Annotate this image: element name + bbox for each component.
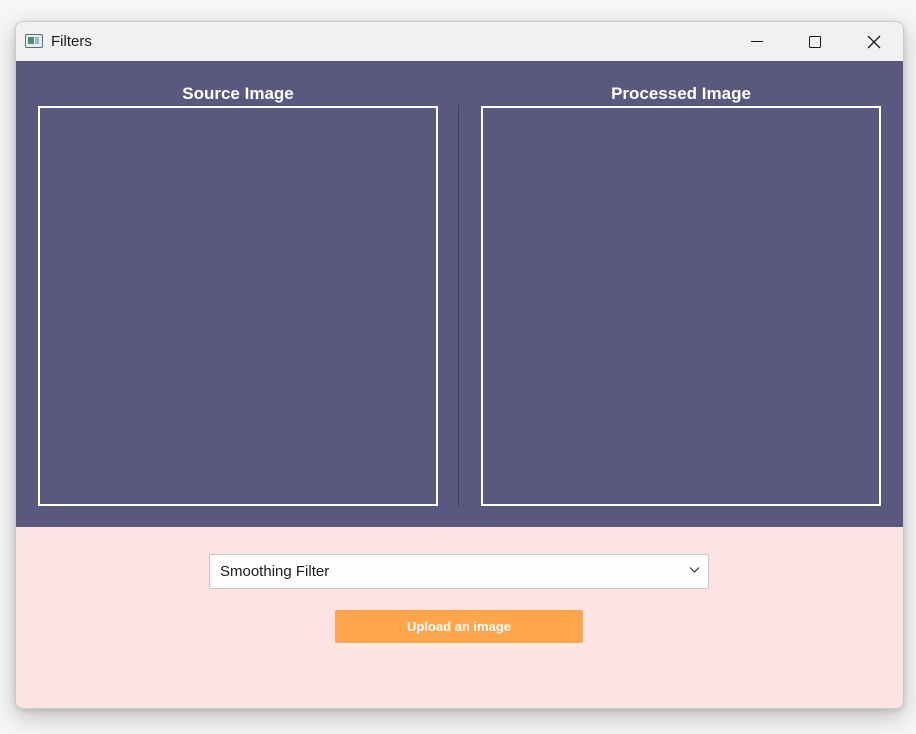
- title-bar[interactable]: Filters: [16, 22, 903, 61]
- filter-select[interactable]: Smoothing Filter: [209, 554, 709, 589]
- window-title: Filters: [51, 33, 92, 50]
- source-image-title: Source Image: [182, 84, 294, 103]
- app-window: Filters Source Image Processed Image Smo…: [15, 21, 904, 709]
- minimize-button[interactable]: [728, 22, 786, 61]
- window-app-icon: [25, 34, 43, 48]
- close-button[interactable]: [845, 22, 903, 61]
- close-icon: [867, 35, 881, 48]
- source-image-view: [38, 106, 438, 506]
- chevron-down-icon: [689, 567, 700, 573]
- image-panel: Source Image Processed Image: [16, 61, 903, 527]
- maximize-icon: [809, 35, 821, 48]
- processed-image-title: Processed Image: [611, 84, 751, 103]
- filter-select-value: Smoothing Filter: [220, 563, 330, 580]
- maximize-button[interactable]: [786, 22, 844, 61]
- upload-image-button[interactable]: Upload an image: [335, 610, 583, 643]
- panel-divider: [458, 105, 459, 506]
- processed-image-view: [481, 106, 881, 506]
- minimize-icon: [751, 41, 763, 42]
